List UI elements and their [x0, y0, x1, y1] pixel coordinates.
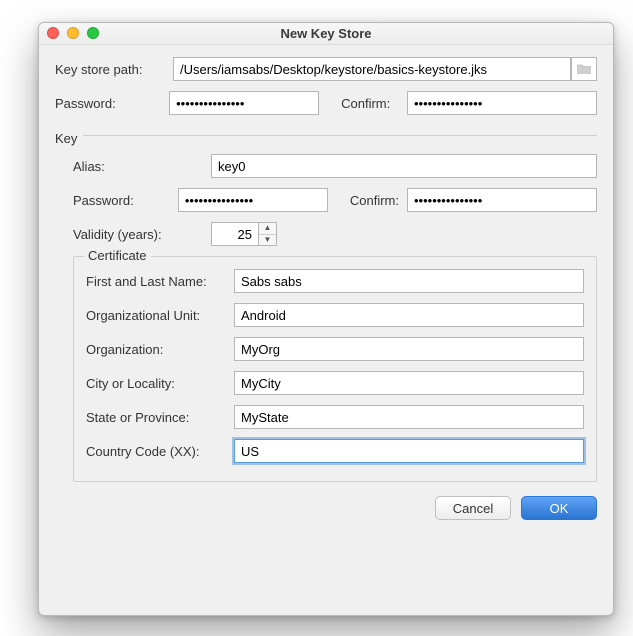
content: Key store path: Password: Confirm: Key — [39, 45, 613, 534]
browse-button[interactable] — [571, 57, 597, 81]
state-input[interactable] — [234, 405, 584, 429]
key-group-label: Key — [55, 131, 77, 146]
alias-input[interactable] — [211, 154, 597, 178]
certificate-group: Certificate First and Last Name: Organiz… — [73, 256, 597, 482]
stepper-down-icon[interactable]: ▼ — [259, 235, 276, 246]
cancel-button-label: Cancel — [453, 501, 493, 516]
confirm-label: Confirm: — [341, 96, 399, 111]
key-password-label: Password: — [73, 193, 170, 208]
country-input[interactable] — [234, 439, 584, 463]
minimize-icon[interactable] — [67, 27, 79, 39]
key-confirm-input[interactable] — [407, 188, 597, 212]
country-label: Country Code (XX): — [86, 444, 226, 459]
key-password-input[interactable] — [178, 188, 328, 212]
close-icon[interactable] — [47, 27, 59, 39]
keystore-path-label: Key store path: — [55, 62, 165, 77]
ok-button[interactable]: OK — [521, 496, 597, 520]
state-label: State or Province: — [86, 410, 226, 425]
traffic-lights — [47, 27, 99, 39]
org-unit-input[interactable] — [234, 303, 584, 327]
validity-stepper[interactable]: ▲ ▼ — [211, 222, 277, 246]
folder-icon — [577, 63, 591, 75]
org-unit-label: Organizational Unit: — [86, 308, 226, 323]
validity-input[interactable] — [211, 222, 259, 246]
org-label: Organization: — [86, 342, 226, 357]
window-title: New Key Store — [280, 26, 371, 41]
key-confirm-label: Confirm: — [350, 193, 399, 208]
password-label: Password: — [55, 96, 161, 111]
org-input[interactable] — [234, 337, 584, 361]
alias-label: Alias: — [73, 159, 203, 174]
first-last-input[interactable] — [234, 269, 584, 293]
zoom-icon[interactable] — [87, 27, 99, 39]
confirm-input[interactable] — [407, 91, 597, 115]
cancel-button[interactable]: Cancel — [435, 496, 511, 520]
dialog-window: New Key Store Key store path: Password: … — [38, 22, 614, 616]
validity-label: Validity (years): — [73, 227, 203, 242]
stepper-up-icon[interactable]: ▲ — [259, 223, 276, 235]
ok-button-label: OK — [550, 501, 569, 516]
city-input[interactable] — [234, 371, 584, 395]
titlebar: New Key Store — [39, 23, 613, 45]
first-last-label: First and Last Name: — [86, 274, 226, 289]
keystore-path-input[interactable] — [173, 57, 571, 81]
city-label: City or Locality: — [86, 376, 226, 391]
password-input[interactable] — [169, 91, 319, 115]
divider — [83, 135, 597, 136]
certificate-group-label: Certificate — [84, 248, 151, 263]
